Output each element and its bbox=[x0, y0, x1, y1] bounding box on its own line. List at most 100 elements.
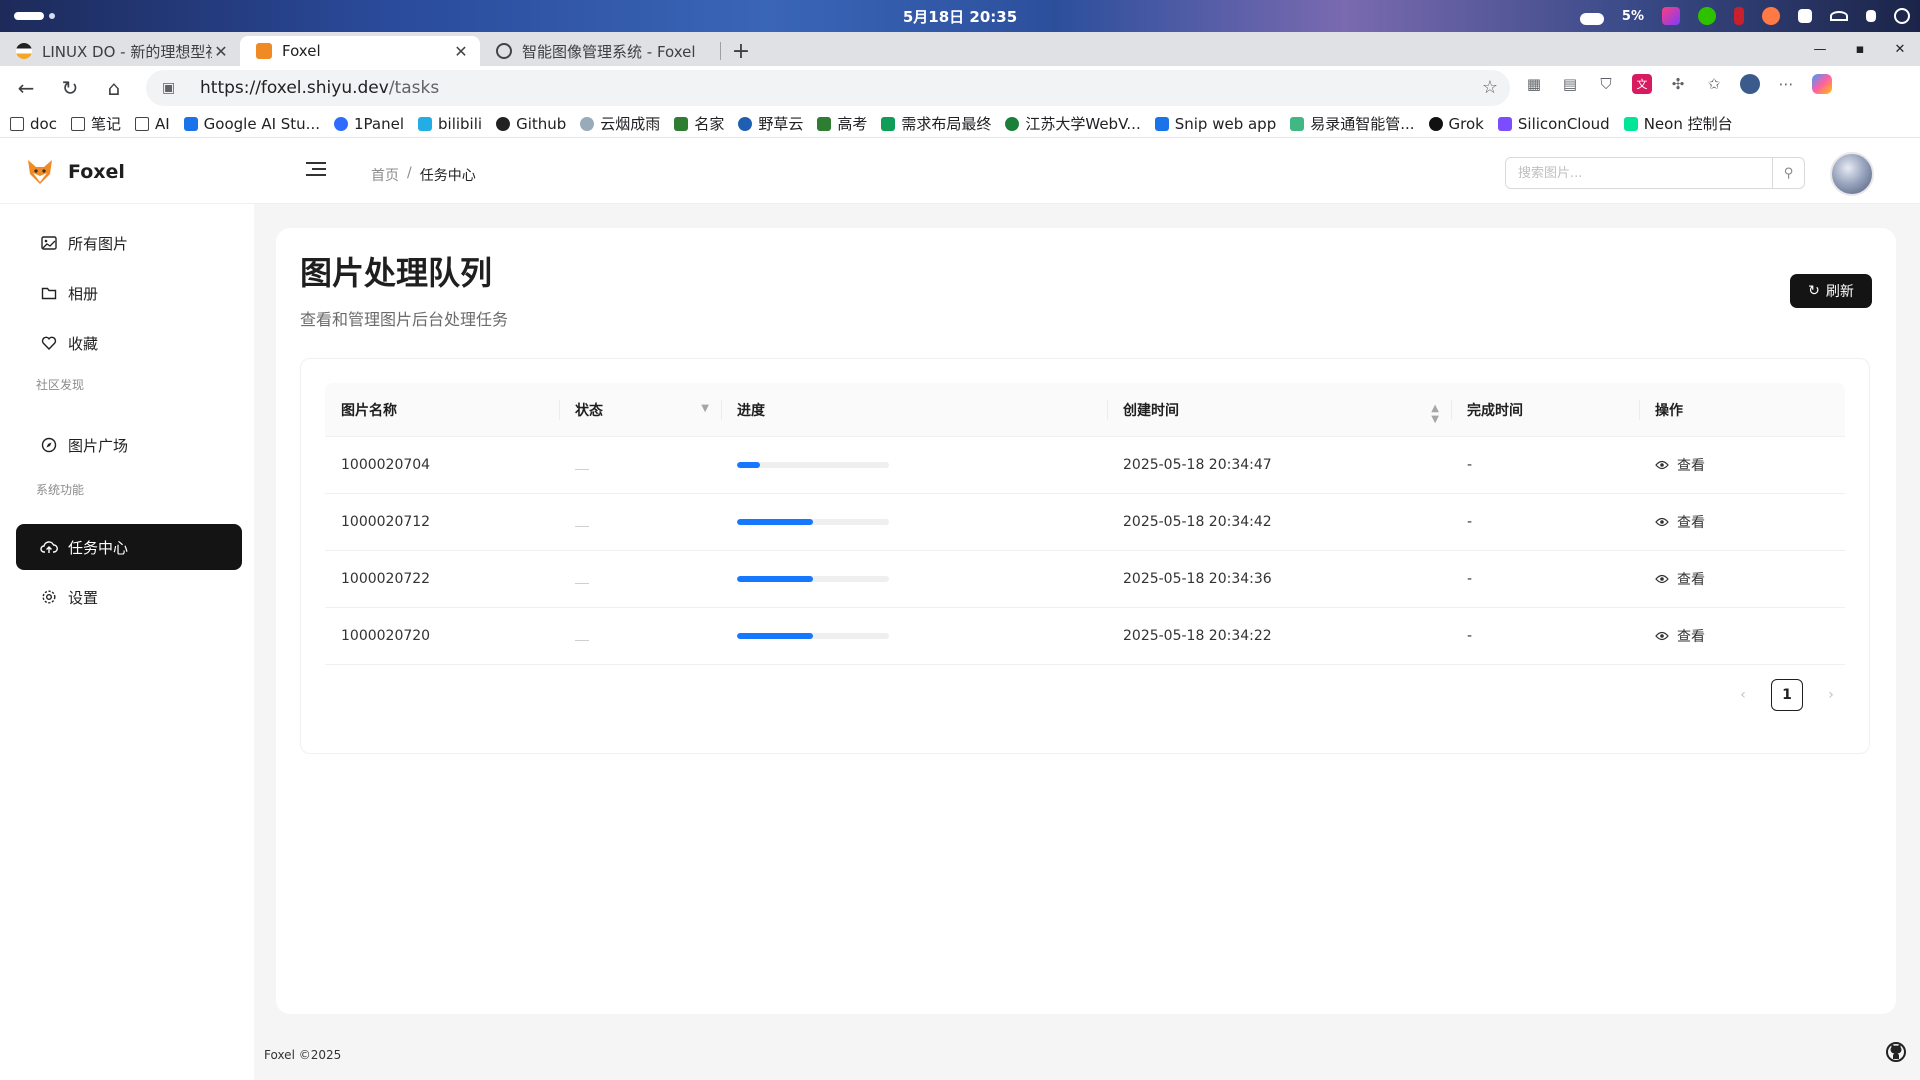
input-method-icon[interactable] bbox=[1798, 9, 1812, 23]
next-page-icon[interactable]: › bbox=[1817, 679, 1845, 711]
heart-icon bbox=[40, 334, 58, 352]
sidebar-item-favorites[interactable]: 收藏 bbox=[16, 320, 242, 366]
bookmark-item[interactable]: 1Panel bbox=[334, 115, 404, 133]
brand[interactable]: Foxel bbox=[26, 158, 125, 186]
extensions-puzzle-icon[interactable]: ✣ bbox=[1668, 74, 1688, 94]
tray-orange-icon[interactable] bbox=[1762, 7, 1780, 25]
bookmark-item[interactable]: 江苏大学WebV... bbox=[1005, 113, 1141, 134]
bookmark-folder[interactable]: doc bbox=[10, 115, 57, 133]
shield-icon[interactable]: ⛉ bbox=[1596, 74, 1616, 94]
bookmark-item[interactable]: bilibili bbox=[418, 115, 482, 133]
url-text[interactable]: https://foxel.shiyu.dev/tasks bbox=[200, 78, 439, 98]
breadcrumb-home[interactable]: 首页 bbox=[371, 165, 399, 185]
url-bar[interactable]: ▣ https://foxel.shiyu.dev/tasks ☆ bbox=[146, 70, 1510, 106]
search-input[interactable] bbox=[1506, 158, 1772, 188]
bookmark-item[interactable]: 易录通智能管... bbox=[1290, 113, 1415, 134]
google-ai-icon bbox=[183, 116, 198, 131]
favorites-icon[interactable]: ✩ bbox=[1704, 74, 1724, 94]
bookmark-item[interactable]: 需求布局最终 bbox=[881, 113, 991, 134]
maximize-icon[interactable]: ▪ bbox=[1840, 36, 1880, 62]
home-icon[interactable]: ⌂ bbox=[96, 70, 132, 106]
sidebar-item-all-images[interactable]: 所有图片 bbox=[16, 220, 242, 266]
linuxdo-favicon bbox=[16, 43, 32, 59]
app-tray-icon[interactable] bbox=[1662, 7, 1680, 25]
wifi-icon[interactable] bbox=[1830, 11, 1848, 21]
bookmark-item[interactable]: 名家 bbox=[674, 113, 724, 134]
github-icon[interactable] bbox=[1886, 1042, 1906, 1062]
eye-icon bbox=[1655, 460, 1669, 470]
tab-close-icon[interactable]: ✕ bbox=[452, 42, 470, 61]
power-icon[interactable] bbox=[1894, 8, 1910, 24]
bookmark-item[interactable]: 野草云 bbox=[738, 113, 803, 134]
view-button[interactable]: 查看 bbox=[1655, 455, 1705, 475]
close-window-icon[interactable]: ✕ bbox=[1880, 36, 1920, 62]
minimize-icon[interactable]: — bbox=[1800, 36, 1840, 62]
bookmark-star-icon[interactable]: ☆ bbox=[1482, 77, 1498, 98]
search-icon[interactable]: ⚲ bbox=[1772, 158, 1804, 188]
wechat-icon[interactable] bbox=[1698, 7, 1716, 25]
view-label: 查看 bbox=[1677, 515, 1705, 531]
address-toolbar: ← ↻ ⌂ ▣ https://foxel.shiyu.dev/tasks ☆ … bbox=[0, 66, 1920, 110]
bookmark-item[interactable]: Snip web app bbox=[1154, 115, 1276, 133]
sidebar-item-settings[interactable]: 设置 bbox=[16, 574, 242, 620]
bookmark-item[interactable]: Google AI Stu... bbox=[183, 115, 320, 133]
collapse-sidebar-icon[interactable] bbox=[306, 162, 326, 180]
view-button[interactable]: 查看 bbox=[1655, 626, 1705, 646]
progress-bar bbox=[737, 576, 889, 582]
cell-completed-time: - bbox=[1467, 457, 1473, 473]
bookmark-item[interactable]: Grok bbox=[1428, 115, 1484, 133]
tab-title: LINUX DO - 新的理想型社 bbox=[42, 42, 212, 61]
avatar[interactable] bbox=[1830, 152, 1874, 196]
bookmark-folder[interactable]: 笔记 bbox=[70, 113, 121, 134]
green-shield-icon bbox=[674, 116, 689, 131]
table-row: 1000020722 2025-05-18 20:34:36 - 查看 bbox=[325, 551, 1845, 608]
new-tab-button[interactable]: + bbox=[721, 36, 761, 66]
view-button[interactable]: 查看 bbox=[1655, 512, 1705, 532]
bookmark-folder[interactable]: AI bbox=[134, 115, 170, 133]
filter-icon[interactable]: ▼ bbox=[701, 403, 709, 414]
cloud-icon bbox=[580, 116, 595, 131]
back-arrow-icon[interactable]: ← bbox=[8, 70, 44, 106]
view-button[interactable]: 查看 bbox=[1655, 569, 1705, 589]
sort-icon[interactable]: ▲ ▼ bbox=[1431, 403, 1439, 425]
refresh-label: 刷新 bbox=[1825, 284, 1854, 300]
reload-icon[interactable]: ↻ bbox=[52, 70, 88, 106]
qr-code-icon[interactable]: ▦ bbox=[1524, 74, 1544, 94]
menu-group-community: 社区发现 bbox=[36, 378, 85, 392]
profile-icon[interactable] bbox=[1740, 74, 1760, 94]
prev-page-icon[interactable]: ‹ bbox=[1729, 679, 1757, 711]
grok-icon bbox=[1428, 116, 1443, 131]
volume-icon[interactable] bbox=[1866, 10, 1876, 22]
cell-progress bbox=[721, 608, 1107, 664]
sidebar-item-label: 相册 bbox=[68, 284, 99, 303]
tray-red-icon[interactable] bbox=[1734, 7, 1744, 25]
sidebar-item-tasks[interactable]: 任务中心 bbox=[16, 524, 242, 570]
bookmark-item[interactable]: Github bbox=[496, 115, 566, 133]
tab-close-icon[interactable]: ✕ bbox=[212, 42, 230, 61]
page-number[interactable]: 1 bbox=[1771, 679, 1803, 711]
sidebar-item-albums[interactable]: 相册 bbox=[16, 270, 242, 316]
page-title: 图片处理队列 bbox=[300, 254, 493, 292]
status-placeholder bbox=[575, 582, 589, 584]
bookmark-item[interactable]: Neon 控制台 bbox=[1623, 113, 1733, 134]
tab-foxel[interactable]: Foxel ✕ bbox=[240, 36, 480, 66]
col-header-status[interactable]: 状态 ▼ bbox=[559, 383, 721, 436]
cloud-upload-icon bbox=[40, 538, 58, 556]
refresh-button[interactable]: ↻ 刷新 bbox=[1790, 274, 1872, 308]
sidebar-item-gallery[interactable]: 图片广场 bbox=[16, 422, 242, 468]
sidebar-item-label: 图片广场 bbox=[68, 436, 129, 455]
col-header-created[interactable]: 创建时间 ▲ ▼ bbox=[1107, 383, 1451, 436]
more-menu-icon[interactable]: ⋯ bbox=[1776, 74, 1796, 94]
bookmark-item[interactable]: 高考 bbox=[817, 113, 867, 134]
status-placeholder bbox=[575, 525, 589, 527]
site-info-icon[interactable]: ▣ bbox=[162, 80, 178, 96]
tab-linuxdo[interactable]: LINUX DO - 新的理想型社 ✕ bbox=[0, 36, 240, 66]
reader-icon[interactable]: ▤ bbox=[1560, 74, 1580, 94]
weather-icon[interactable] bbox=[1579, 13, 1604, 25]
bookmark-item[interactable]: 云烟成雨 bbox=[580, 113, 660, 134]
translate-icon[interactable]: 文 bbox=[1632, 74, 1652, 94]
bookmark-item[interactable]: SiliconCloud bbox=[1497, 115, 1610, 133]
copilot-icon[interactable] bbox=[1812, 74, 1832, 94]
tab-foxel-system[interactable]: 智能图像管理系统 - Foxel bbox=[480, 36, 720, 66]
cell-created-time: 2025-05-18 20:34:22 bbox=[1123, 628, 1272, 644]
